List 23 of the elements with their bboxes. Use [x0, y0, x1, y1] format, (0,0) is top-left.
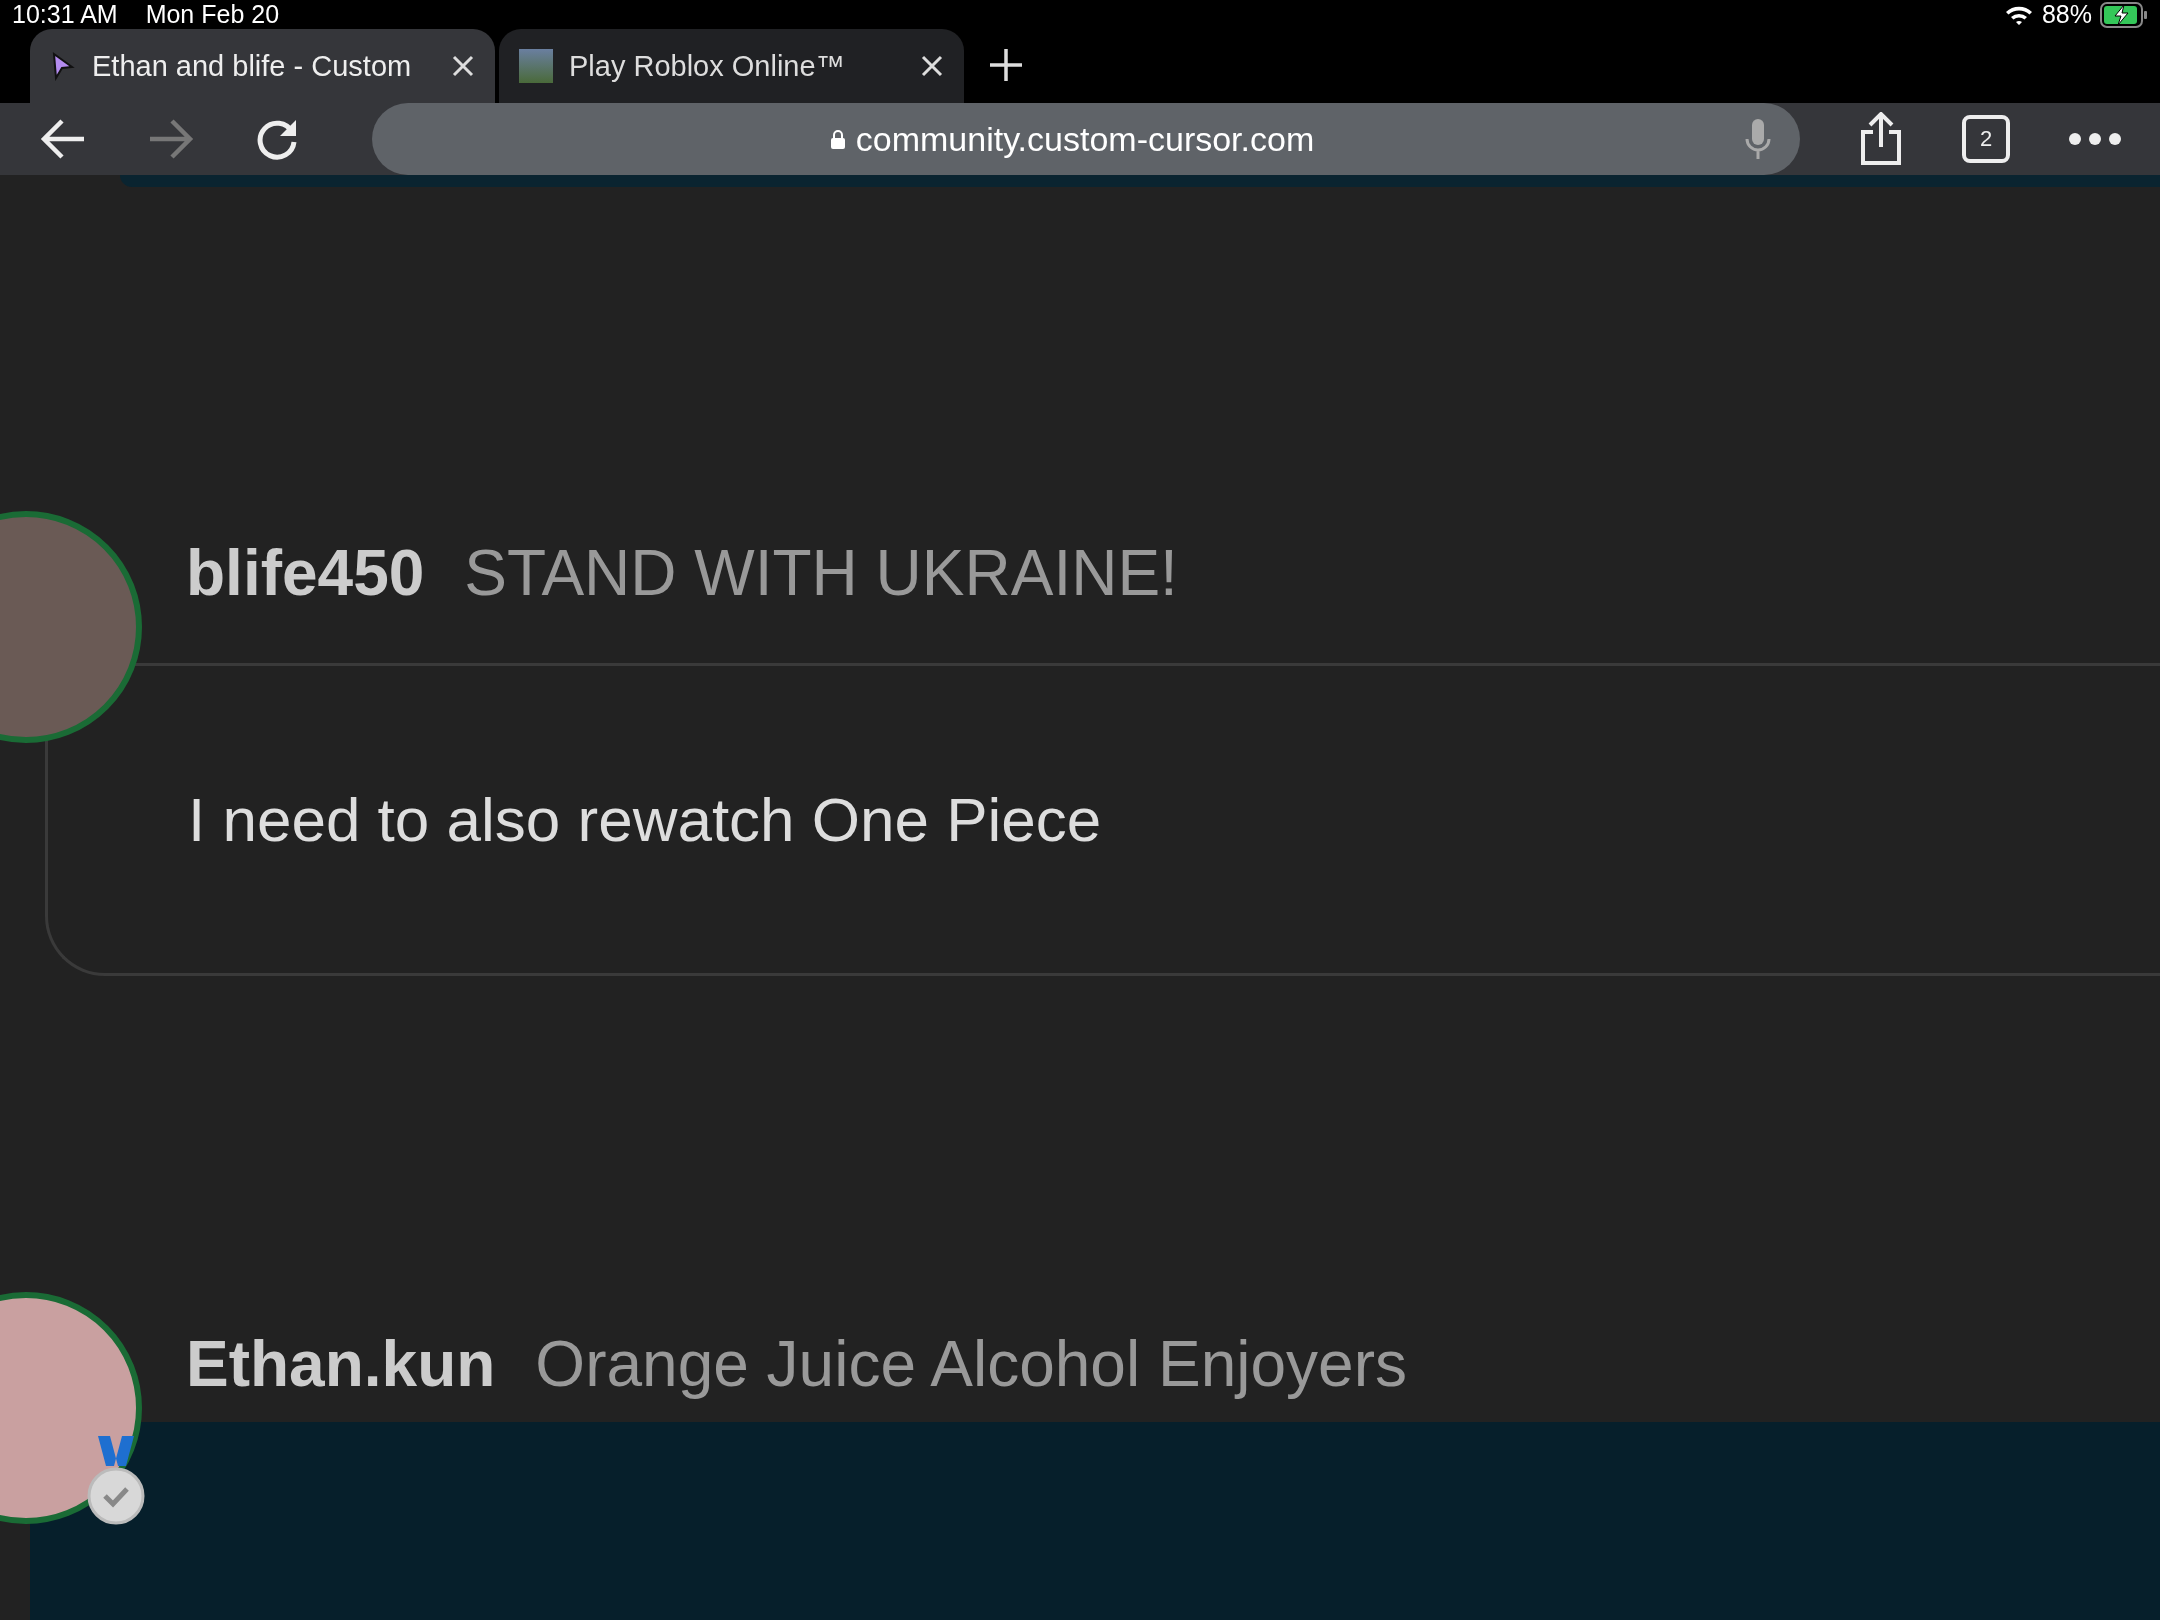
- user-status: Orange Juice Alcohol Enjoyers: [535, 1327, 1407, 1401]
- battery-percent: 88%: [2041, 0, 2092, 29]
- username[interactable]: Ethan.kun: [186, 1327, 496, 1401]
- lock-icon: [829, 129, 846, 149]
- new-tab-icon[interactable]: [988, 47, 1024, 83]
- user-status: STAND WITH UKRAINE!: [464, 536, 1178, 610]
- microphone-icon[interactable]: [1744, 117, 1772, 161]
- close-icon[interactable]: [920, 54, 944, 78]
- status-time: 10:31 AM: [12, 0, 118, 29]
- url-text: community.custom-cursor.com: [855, 119, 1315, 159]
- tab-count-button[interactable]: 2: [1962, 115, 2010, 163]
- post-text: I need to also rewatch One Piece: [188, 784, 1102, 855]
- status-date: Mon Feb 20: [145, 0, 280, 29]
- share-icon[interactable]: [1858, 112, 1904, 166]
- browser-tab[interactable]: Ethan and blife - Custom: [30, 29, 495, 103]
- medal-icon: [86, 1436, 146, 1526]
- username[interactable]: blife450: [186, 536, 425, 610]
- browser-tab[interactable]: Play Roblox Online™: [499, 29, 964, 103]
- address-bar[interactable]: community.custom-cursor.com: [372, 103, 1800, 175]
- more-icon[interactable]: [2068, 132, 2122, 146]
- close-icon[interactable]: [451, 54, 475, 78]
- cursor-icon: [50, 51, 76, 81]
- game-thumbnail: [519, 49, 553, 83]
